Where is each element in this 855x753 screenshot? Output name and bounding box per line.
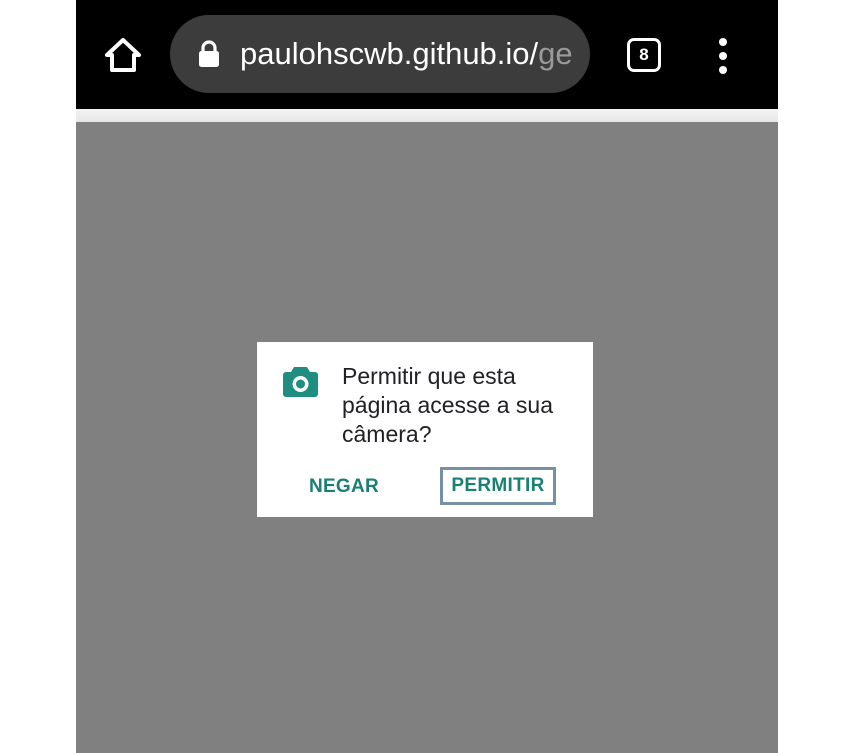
permission-message: Permitir que esta página acesse a sua câ… xyxy=(342,363,553,447)
home-icon xyxy=(105,38,141,72)
phone-screen: paulohscwb.github.io/ge 8 Permitir que e… xyxy=(76,0,778,753)
home-button[interactable] xyxy=(98,33,148,77)
tab-count: 8 xyxy=(639,45,649,64)
camera-icon xyxy=(283,367,318,397)
url-text: paulohscwb.github.io/ge xyxy=(240,15,573,93)
page-content-overlay: Permitir que esta página acesse a sua câ… xyxy=(76,122,778,753)
address-bar[interactable]: paulohscwb.github.io/ge xyxy=(170,15,590,93)
url-visible: paulohscwb.github.io/ xyxy=(240,36,539,71)
more-vert-icon[interactable] xyxy=(712,38,734,74)
allow-button[interactable]: PERMITIR xyxy=(440,467,556,505)
deny-button[interactable]: NEGAR xyxy=(304,470,384,504)
url-faded: ge xyxy=(538,36,573,71)
menu-dot xyxy=(719,66,727,74)
menu-dot xyxy=(719,52,727,60)
menu-dot xyxy=(719,38,727,46)
tab-switcher-button[interactable]: 8 xyxy=(627,38,661,72)
browser-toolbar: paulohscwb.github.io/ge 8 xyxy=(76,0,778,109)
lock-icon xyxy=(199,40,219,67)
toolbar-shadow xyxy=(76,109,778,122)
camera-permission-dialog: Permitir que esta página acesse a sua câ… xyxy=(257,342,593,517)
